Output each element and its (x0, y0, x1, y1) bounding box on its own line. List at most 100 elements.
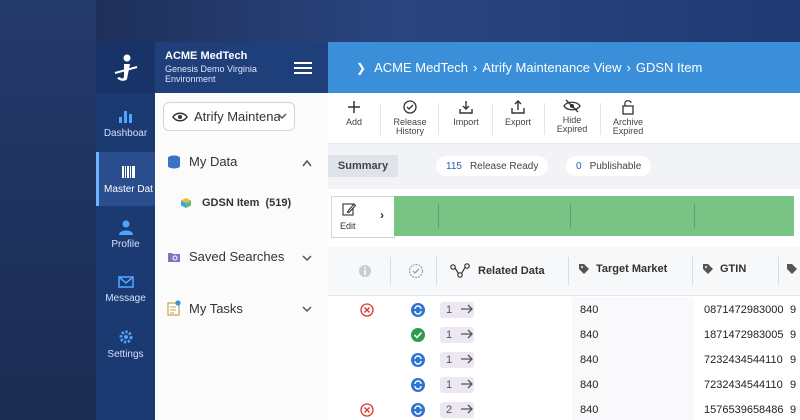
tag-icon (579, 264, 589, 274)
gtin-label: GTIN (720, 263, 747, 275)
archive-expired-button[interactable]: Archive Expired (604, 99, 652, 136)
grid-header: Related Data Target Market GTIN (328, 247, 800, 296)
import-button[interactable]: Import (442, 99, 490, 127)
bar-divider (694, 204, 695, 228)
sync-badge-icon[interactable] (410, 402, 426, 418)
table-row[interactable]: 2 840 1576539658486 9 (328, 397, 800, 420)
arrow-right-icon[interactable] (460, 326, 474, 342)
status-progress-bar (394, 196, 794, 236)
edit-button[interactable]: Edit › (331, 196, 395, 238)
edit-label: Edit (340, 221, 356, 231)
info-icon[interactable] (358, 264, 372, 278)
export-label: Export (504, 117, 531, 127)
chevron-up-icon[interactable] (301, 158, 313, 168)
folder-search-icon (168, 252, 180, 262)
gtin-cell: 7232434544110 (704, 379, 783, 391)
breadcrumb-item[interactable]: ACME MedTech (374, 60, 468, 75)
bar-divider (570, 204, 571, 228)
column-divider (390, 257, 391, 285)
plus-icon (348, 101, 360, 113)
cube-icon (181, 198, 191, 208)
toolbar: Add Release History Import Export Hide E… (328, 93, 800, 144)
overflow-cell: 9 (790, 304, 797, 316)
gdsn-item-label: GDSN Item (202, 197, 260, 209)
rail-label: Settings (107, 348, 144, 360)
publishable-label: Publishable (589, 160, 642, 172)
gear-icon (119, 330, 132, 343)
breadcrumb-chevron-icon: › (472, 60, 478, 75)
hamburger-menu-icon[interactable] (294, 62, 312, 74)
hide-expired-button[interactable]: Hide Expired (548, 99, 596, 134)
sync-badge-icon[interactable] (410, 352, 426, 368)
my-data-section[interactable]: My Data (167, 154, 237, 169)
gtin-header[interactable]: GTIN (702, 263, 746, 275)
release-history-icon (403, 100, 417, 114)
target-market-cell: 840 (580, 304, 599, 316)
tag-icon (787, 264, 797, 274)
release-history-button[interactable]: Release History (386, 99, 434, 136)
rail-item-profile[interactable]: Profile (96, 207, 155, 261)
view-selector-value: Atrify Maintena (194, 109, 280, 124)
rail-item-dashboard[interactable]: Dashboar (96, 96, 155, 150)
app-logo[interactable] (96, 42, 155, 93)
arrow-right-icon[interactable] (460, 376, 474, 392)
toolbar-divider (600, 103, 601, 135)
release-ready-pill[interactable]: 115 Release Ready (436, 156, 549, 176)
background-left (0, 0, 96, 420)
chevron-down-icon[interactable] (301, 304, 313, 314)
toolbar-divider (492, 103, 493, 135)
release-ready-label: Release Ready (469, 160, 539, 172)
related-data-label: Related Data (478, 265, 545, 277)
check-badge-icon[interactable] (410, 327, 426, 343)
database-icon (168, 155, 180, 168)
publishable-pill[interactable]: 0 Publishable (566, 156, 652, 176)
gdsn-item-link[interactable]: GDSN Item (519) (180, 197, 291, 209)
toolbar-divider (544, 103, 545, 135)
gtin-cell: 7232434544110 (704, 354, 783, 366)
arrow-right-icon[interactable] (460, 301, 474, 317)
target-market-header[interactable]: Target Market (578, 263, 667, 275)
environment-name: Genesis Demo Virginia Environment (165, 64, 257, 84)
table-row[interactable]: 1 840 7232434544110 9 (328, 372, 800, 398)
rail-item-message[interactable]: Message (96, 262, 155, 316)
my-tasks-section[interactable]: My Tasks (167, 300, 243, 316)
release-history-label-2: History (395, 126, 424, 136)
view-selector[interactable]: Atrify Maintena (163, 102, 295, 131)
barcode-icon (121, 165, 135, 178)
rail-item-settings[interactable]: Settings (96, 317, 155, 371)
related-data-header[interactable]: Related Data (450, 263, 545, 279)
overflow-cell: 9 (790, 354, 797, 366)
breadcrumb-item[interactable]: Atrify Maintenance View (482, 60, 621, 75)
verified-icon[interactable] (408, 263, 424, 279)
add-button[interactable]: Add (330, 99, 378, 127)
breadcrumb-chevron-icon: › (626, 60, 631, 75)
org-name: ACME MedTech (165, 50, 248, 62)
error-icon[interactable] (360, 403, 374, 417)
summary-tab[interactable]: Summary (328, 155, 398, 177)
bar-divider (438, 204, 439, 228)
user-icon (118, 220, 133, 235)
rail-item-master-data[interactable]: Master Dat (96, 152, 158, 206)
sync-badge-icon[interactable] (410, 377, 426, 393)
gtin-cell: 1871472983005 (704, 329, 784, 341)
tasks-icon (167, 300, 181, 316)
import-label: Import (453, 117, 479, 127)
export-button[interactable]: Export (494, 99, 542, 127)
saved-searches-section[interactable]: Saved Searches (167, 249, 284, 264)
chevron-right-icon[interactable]: › (380, 208, 384, 222)
error-icon[interactable] (360, 303, 374, 317)
table-row[interactable]: 1 840 7232434544110 9 (328, 347, 800, 373)
sync-badge-icon[interactable] (410, 302, 426, 318)
arrow-right-icon[interactable] (460, 401, 474, 417)
envelope-icon (117, 275, 134, 288)
arrow-right-icon[interactable] (460, 351, 474, 367)
table-row[interactable]: 1 840 0871472983000 9 (328, 297, 800, 323)
table-row[interactable]: 1 840 1871472983005 9 (328, 322, 800, 348)
eye-icon (172, 112, 188, 121)
chevron-down-icon[interactable] (301, 253, 313, 263)
pencil-icon (342, 203, 356, 216)
overflow-cell: 9 (790, 404, 797, 416)
target-market-cell: 840 (580, 329, 599, 341)
breadcrumb-item: GDSN Item (635, 60, 703, 75)
column-divider (778, 257, 779, 285)
